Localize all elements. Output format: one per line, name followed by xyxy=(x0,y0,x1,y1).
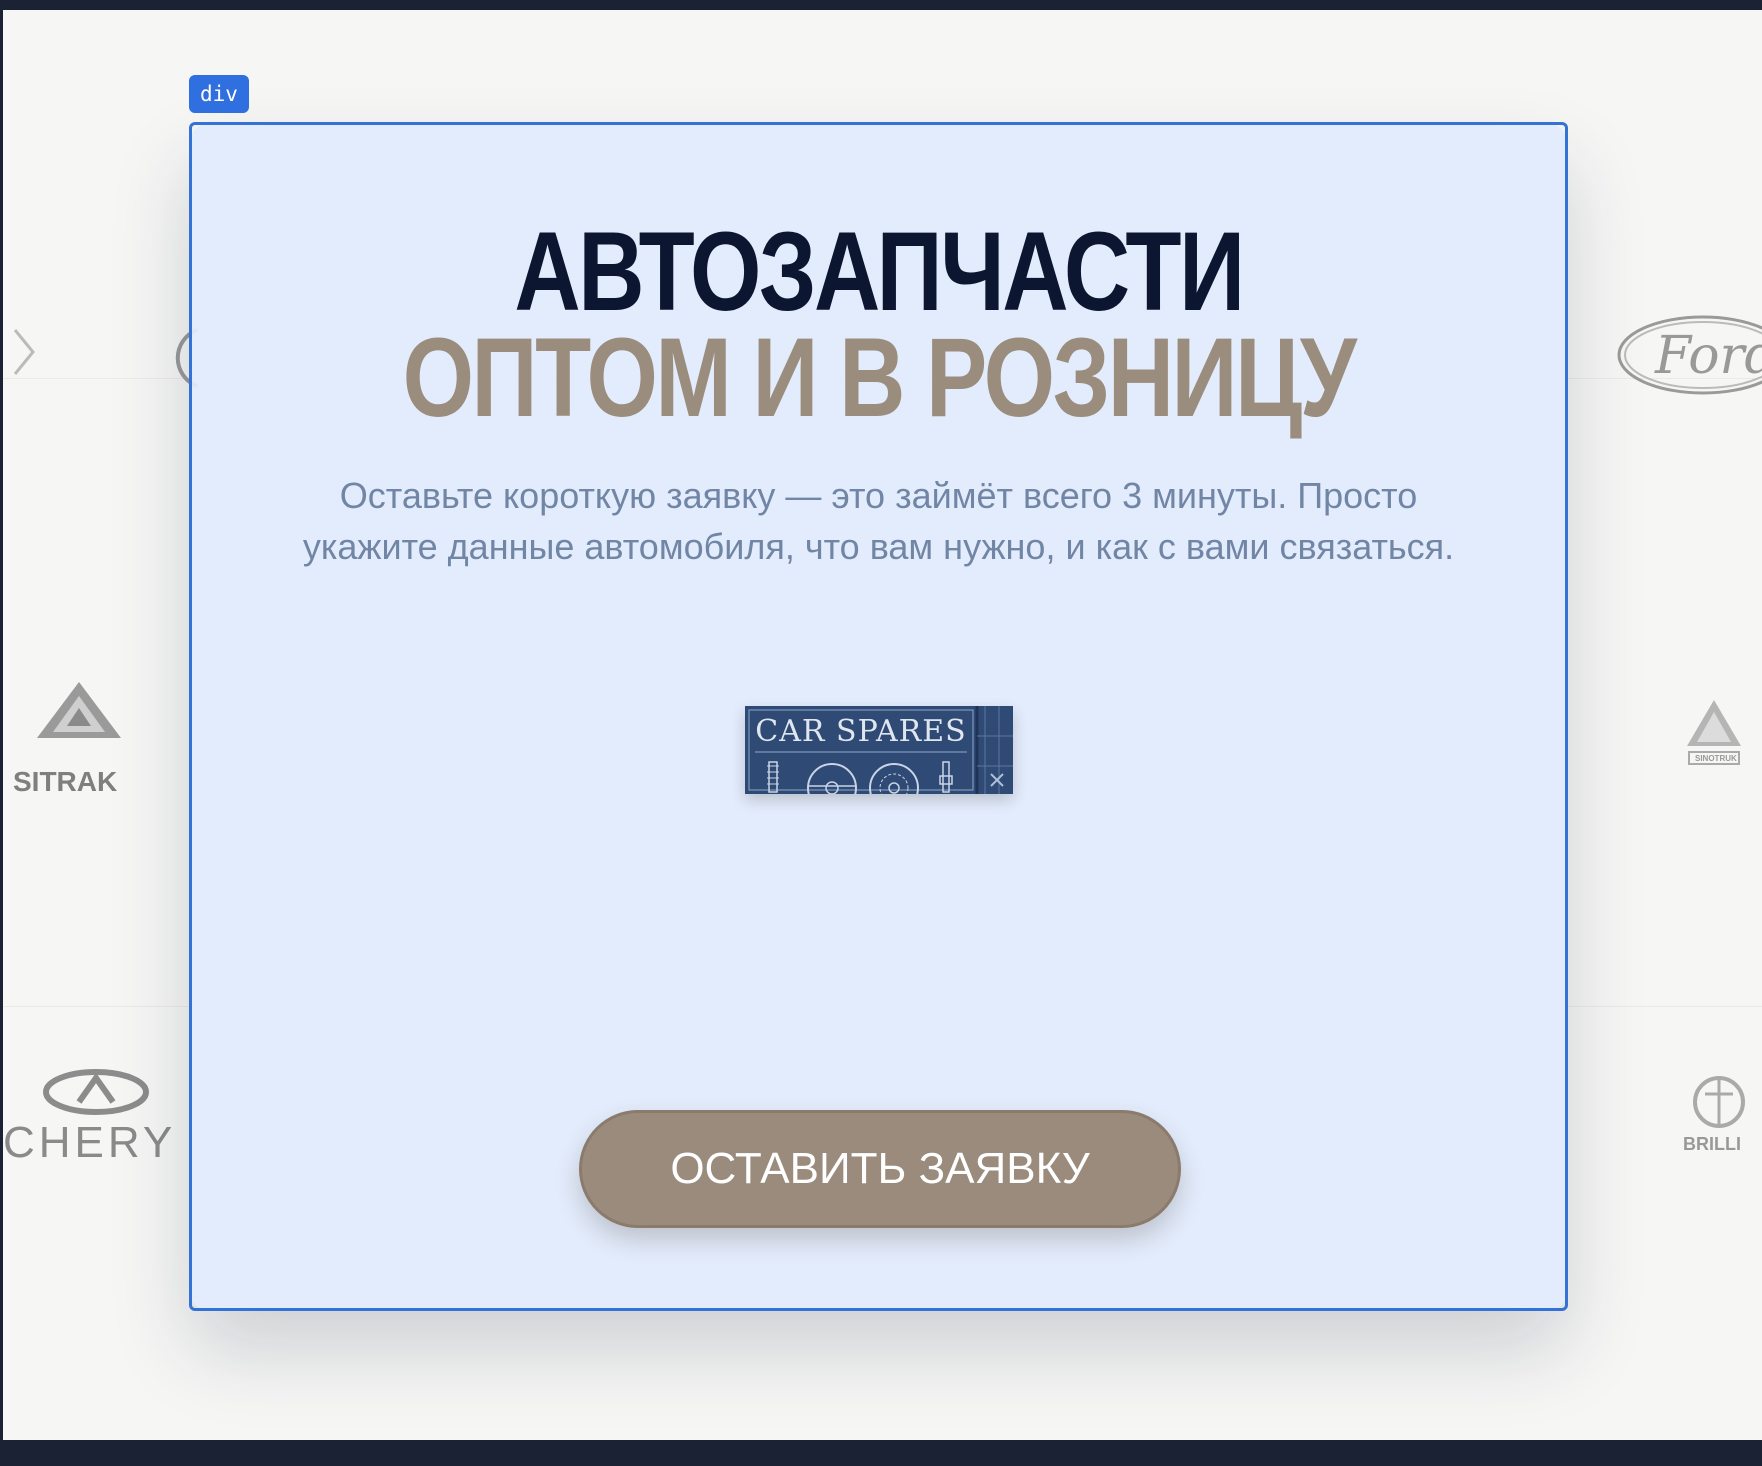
sitrak-logo xyxy=(31,678,127,762)
car-spares-banner-image: CAR SPARES xyxy=(745,706,1013,794)
sitrak-logo-text: SITRAK xyxy=(13,766,118,797)
brand-logo-partial-icon xyxy=(11,322,41,382)
inspector-tag-label: div xyxy=(189,75,249,113)
submit-request-button[interactable]: ОСТАВИТЬ ЗАЯВКУ xyxy=(579,1110,1181,1228)
lead-form-card: АВТОЗАПЧАСТИ ОПТОМ И В РОЗНИЦУ Оставьте … xyxy=(190,124,1567,1310)
brilliance-logo-text: BRILLI xyxy=(1683,1134,1741,1154)
sinotruk-logo-text: SINOTRUK xyxy=(1695,754,1737,763)
ford-logo: Ford xyxy=(1615,312,1762,398)
banner-title: CAR SPARES xyxy=(755,714,967,749)
chery-logo xyxy=(43,1068,149,1116)
hero-title-line1: АВТОЗАПЧАСТИ xyxy=(514,209,1245,334)
brilliance-logo xyxy=(1689,1072,1749,1132)
hero-subtitle: Оставьте короткую заявку — это займёт вс… xyxy=(302,475,1455,567)
hero-title-line2: ОПТОМ И В РОЗНИЦУ xyxy=(402,315,1357,440)
ford-logo-text: Ford xyxy=(1655,326,1762,386)
chery-logo-text: CHERY xyxy=(3,1118,177,1167)
sinotruk-logo: SINOTRUK xyxy=(1681,696,1747,774)
